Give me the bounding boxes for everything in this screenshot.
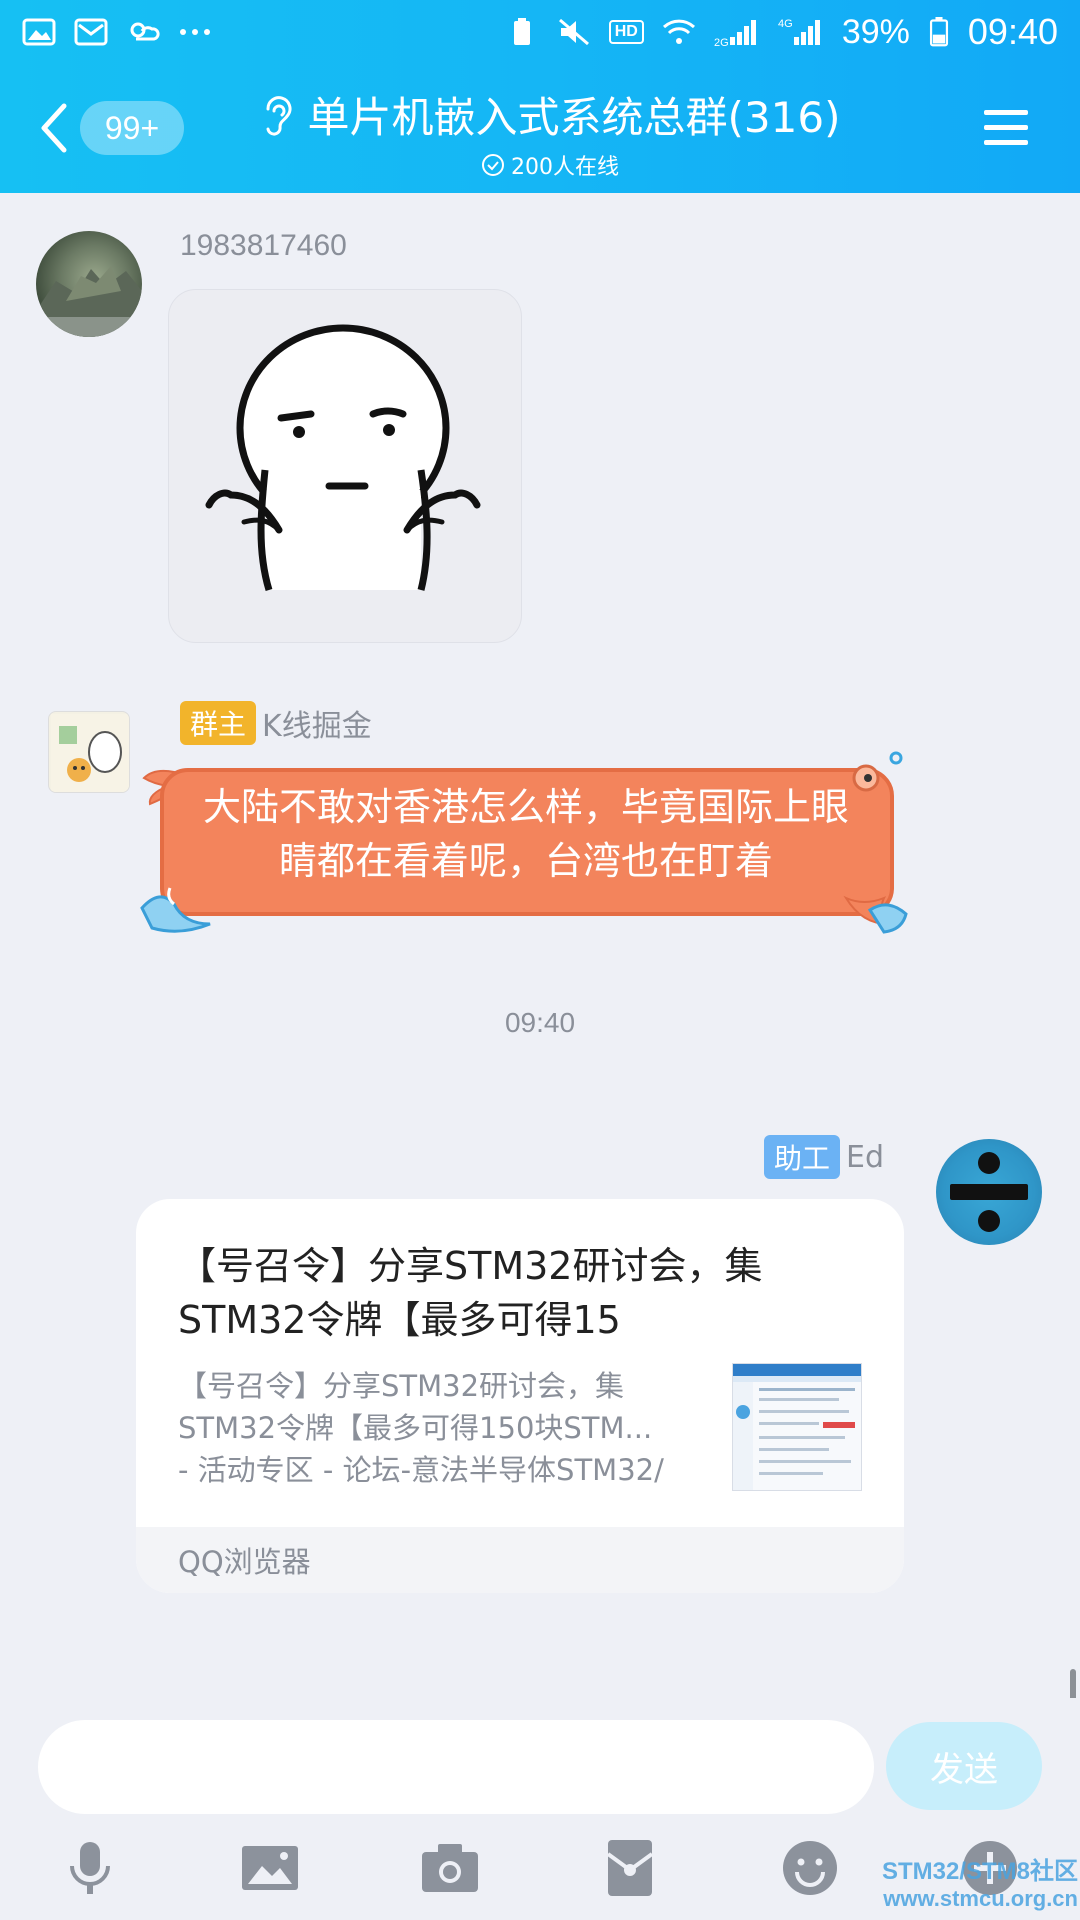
weather-icon bbox=[126, 17, 160, 47]
microphone-icon[interactable] bbox=[60, 1838, 120, 1898]
role-badge-admin: 助工 bbox=[764, 1135, 841, 1179]
online-count: 200人在线 bbox=[511, 155, 619, 180]
share-title: 【号召令】分享STM32研讨会，集STM32令牌【最多可得15 bbox=[178, 1244, 763, 1342]
status-time: 09:40 bbox=[967, 11, 1058, 52]
title-block[interactable]: 单片机嵌入式系统总群(316) 200人在线 bbox=[250, 84, 850, 181]
camera-icon[interactable] bbox=[420, 1838, 480, 1898]
share-source: QQ浏览器 bbox=[136, 1527, 904, 1593]
signal-2g-icon: 2G bbox=[714, 17, 760, 49]
chevron-left-icon bbox=[41, 103, 67, 153]
mail-icon bbox=[74, 17, 108, 47]
time-divider: 09:40 bbox=[504, 1007, 576, 1038]
message-text: 大陆不敢对香港怎么样，毕竟国际上眼睛都在看着呢，台湾也在盯着 bbox=[202, 785, 849, 883]
hd-icon: HD bbox=[608, 20, 644, 44]
unread-count-badge: 99+ bbox=[80, 101, 184, 155]
role-badge-owner: 群主 bbox=[180, 701, 257, 745]
check-circle-icon bbox=[482, 154, 504, 176]
chat-header: HD 2G 4G 39% 09:40 99+ 单片机嵌入式系统总群(316) 2… bbox=[0, 0, 1080, 193]
share-desc-line: STM32令牌【最多可得150块STM... bbox=[178, 1411, 653, 1445]
page-title: 单片机嵌入式系统总群(316) bbox=[307, 93, 841, 142]
ear-icon bbox=[266, 95, 291, 136]
message-bubble[interactable]: 大陆不敢对香港怎么样，毕竟国际上眼睛都在看着呢，台湾也在盯着 bbox=[140, 748, 910, 938]
red-packet-icon[interactable] bbox=[600, 1838, 660, 1898]
link-share-card[interactable]: 【号召令】分享STM32研讨会，集STM32令牌【最多可得15 【号召令】分享S… bbox=[136, 1199, 904, 1593]
back-button[interactable]: 99+ bbox=[36, 98, 186, 158]
avatar[interactable] bbox=[36, 231, 142, 337]
battery-icon bbox=[928, 17, 950, 47]
send-button[interactable]: 发送 bbox=[886, 1722, 1042, 1810]
share-description: 【号召令】分享STM32研讨会，集 STM32令牌【最多可得150块STM...… bbox=[178, 1365, 708, 1491]
share-desc-line: 【号召令】分享STM32研讨会，集 bbox=[178, 1369, 625, 1403]
mute-icon bbox=[557, 17, 591, 47]
sticker-message[interactable] bbox=[168, 289, 522, 643]
navbar: 99+ 单片机嵌入式系统总群(316) 200人在线 bbox=[0, 70, 1080, 190]
battery-percent: 39% bbox=[841, 12, 910, 51]
shrug-face-sticker-icon bbox=[205, 324, 481, 592]
sender-name: K线掘金 bbox=[262, 709, 372, 744]
webpage-thumbnail-icon bbox=[732, 1363, 862, 1491]
avatar[interactable] bbox=[48, 711, 130, 793]
battery-saver-icon bbox=[505, 17, 539, 47]
sender-name: Ed bbox=[846, 1139, 885, 1175]
share-desc-line: - 活动专区 - 论坛-意法半导体STM32/ bbox=[178, 1453, 664, 1487]
message-input[interactable] bbox=[38, 1720, 874, 1814]
emoji-icon[interactable] bbox=[780, 1838, 840, 1898]
watermark-line: STM32/STM8社区 bbox=[881, 1858, 1078, 1885]
avatar[interactable] bbox=[936, 1139, 1042, 1245]
watermark-line: www.stmcu.org.cn bbox=[883, 1886, 1078, 1911]
more-dots-icon bbox=[178, 17, 212, 47]
status-bar: HD 2G 4G 39% 09:40 bbox=[0, 0, 1080, 64]
image-icon[interactable] bbox=[240, 1838, 300, 1898]
message-list[interactable]: 1983817460 群主 K线掘金 大陆不敢对香港怎么样，毕竟国际上眼睛都在看… bbox=[0, 193, 1080, 1891]
watermark: STM32/STM8社区 www.stmcu.org.cn bbox=[846, 1858, 1078, 1912]
gallery-icon bbox=[22, 17, 56, 47]
svg-text:2G: 2G bbox=[714, 37, 729, 47]
sender-name: 1983817460 bbox=[180, 229, 347, 262]
svg-text:4G: 4G bbox=[778, 18, 793, 30]
signal-4g-icon: 4G bbox=[778, 17, 824, 47]
wifi-icon bbox=[662, 17, 696, 47]
menu-icon[interactable] bbox=[982, 106, 1030, 150]
